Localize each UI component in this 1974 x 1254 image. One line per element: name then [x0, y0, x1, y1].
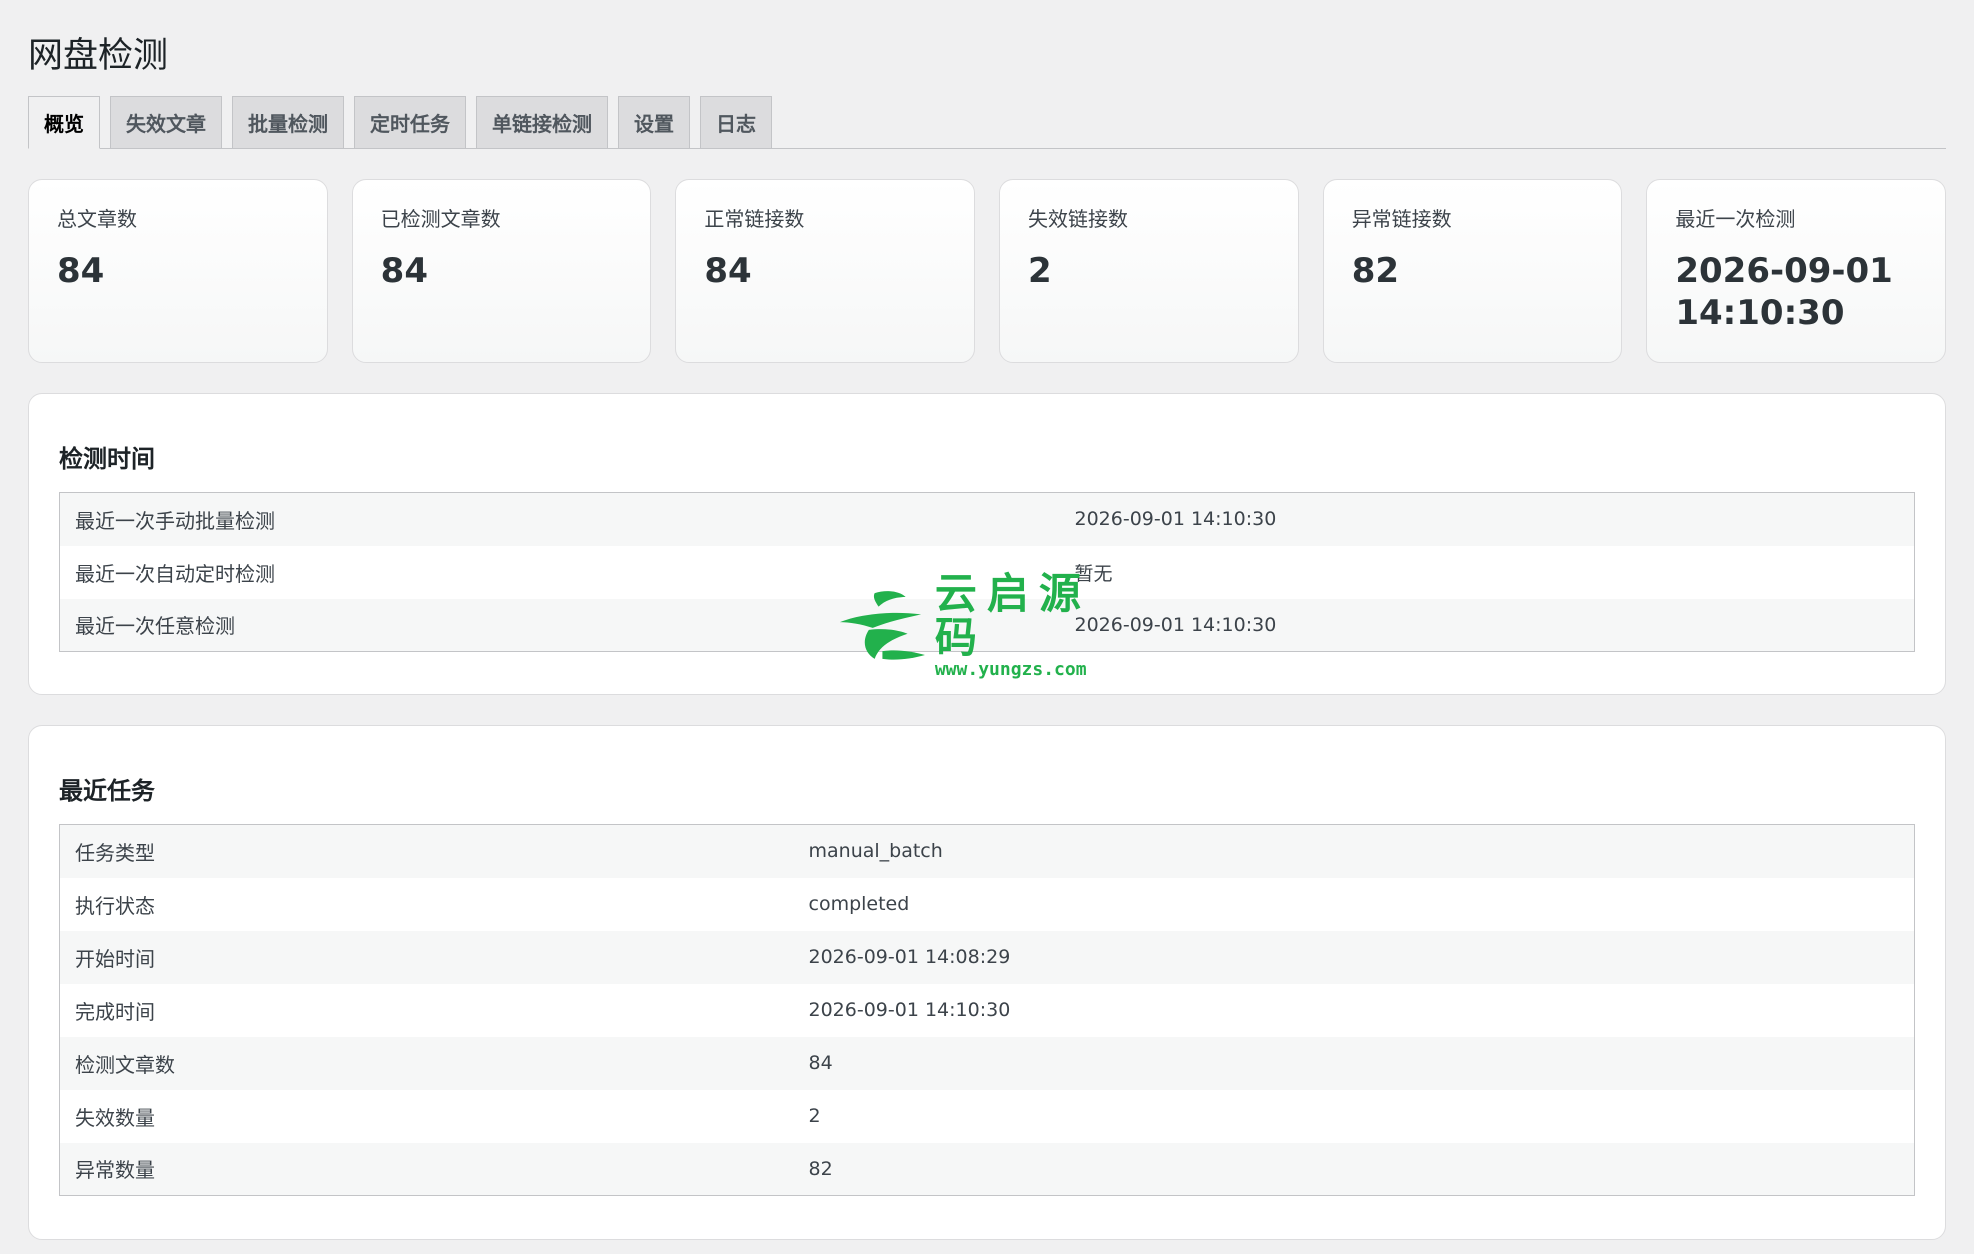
stat-label: 失效链接数 [1028, 207, 1129, 231]
recent-task-panel: 最近任务 任务类型 manual_batch 执行状态 completed 开始… [28, 725, 1946, 1240]
tab-logs[interactable]: 日志 [700, 96, 772, 148]
row-value: 2026-09-01 14:10:30 [793, 983, 1915, 1037]
stat-label: 正常链接数 [704, 207, 805, 231]
tab-overview[interactable]: 概览 [28, 96, 100, 149]
row-value: 2 [793, 1089, 1915, 1143]
page: 网盘检测 概览 失效文章 批量检测 定时任务 单链接检测 设置 日志 总文章数 … [0, 0, 1974, 1254]
tab-invalid-posts[interactable]: 失效文章 [110, 96, 222, 148]
row-value: 2026-09-01 14:10:30 [1059, 492, 1915, 546]
row-value: 84 [793, 1036, 1915, 1090]
row-value: 2026-09-01 14:08:29 [793, 930, 1915, 984]
row-key: 完成时间 [59, 983, 794, 1037]
table-row: 最近一次手动批量检测 2026-09-01 14:10:30 [59, 492, 1915, 546]
page-title: 网盘检测 [28, 36, 169, 76]
stat-card-last-check: 最近一次检测 2026-09-01 14:10:30 [1646, 179, 1947, 363]
stat-label: 总文章数 [57, 207, 137, 231]
stat-card-abnormal-links: 异常链接数 82 [1322, 179, 1623, 363]
row-value: manual_batch [793, 824, 1915, 878]
table-row: 异常数量 82 [59, 1142, 1915, 1196]
row-key: 最近一次任意检测 [59, 598, 1060, 652]
stat-card-normal-links: 正常链接数 84 [675, 179, 976, 363]
table-row: 失效数量 2 [59, 1089, 1915, 1143]
tab-single-link-check[interactable]: 单链接检测 [476, 96, 608, 148]
table-row: 完成时间 2026-09-01 14:10:30 [59, 983, 1915, 1037]
row-value: 82 [793, 1142, 1915, 1196]
section-title: 检测时间 [59, 445, 155, 473]
stat-value: 2 [1028, 251, 1052, 291]
stat-card-total-posts: 总文章数 84 [28, 179, 328, 363]
table-row: 最近一次任意检测 2026-09-01 14:10:30 [59, 598, 1915, 652]
stat-value: 84 [704, 251, 752, 291]
stat-value: 2026-09-01 14:10:30 [1675, 251, 1893, 333]
section-title: 最近任务 [59, 777, 155, 805]
recent-task-table: 任务类型 manual_batch 执行状态 completed 开始时间 20… [59, 824, 1915, 1196]
tab-settings[interactable]: 设置 [618, 96, 690, 148]
row-key: 最近一次自动定时检测 [59, 545, 1060, 599]
table-row: 最近一次自动定时检测 暂无 [59, 545, 1915, 599]
row-key: 开始时间 [59, 930, 794, 984]
table-row: 开始时间 2026-09-01 14:08:29 [59, 930, 1915, 984]
stat-value: 84 [380, 251, 428, 291]
row-key: 执行状态 [59, 877, 794, 931]
row-key: 异常数量 [59, 1142, 794, 1196]
row-value: completed [793, 877, 1915, 931]
stat-value: 82 [1351, 251, 1400, 291]
stat-label: 异常链接数 [1351, 207, 1452, 231]
tab-scheduled-tasks[interactable]: 定时任务 [354, 96, 466, 148]
row-key: 检测文章数 [59, 1036, 794, 1090]
stats-row: 总文章数 84 已检测文章数 84 正常链接数 84 失效链接数 2 异常链接数… [28, 179, 1947, 363]
table-row: 任务类型 manual_batch [59, 824, 1915, 878]
row-value: 暂无 [1059, 545, 1915, 599]
detect-time-panel: 检测时间 最近一次手动批量检测 2026-09-01 14:10:30 最近一次… [28, 393, 1946, 695]
row-value: 2026-09-01 14:10:30 [1059, 598, 1915, 652]
row-key: 最近一次手动批量检测 [59, 492, 1060, 546]
stat-card-invalid-links: 失效链接数 2 [999, 179, 1299, 363]
table-row: 检测文章数 84 [59, 1036, 1915, 1090]
table-row: 执行状态 completed [59, 877, 1915, 931]
tab-batch-check[interactable]: 批量检测 [232, 96, 344, 148]
stat-label: 最近一次检测 [1675, 207, 1796, 231]
stat-label: 已检测文章数 [380, 207, 501, 231]
stat-card-checked-posts: 已检测文章数 84 [351, 179, 652, 363]
row-key: 失效数量 [59, 1089, 794, 1143]
detect-time-table: 最近一次手动批量检测 2026-09-01 14:10:30 最近一次自动定时检… [59, 492, 1915, 652]
tab-bar: 概览 失效文章 批量检测 定时任务 单链接检测 设置 日志 [28, 96, 1946, 149]
row-key: 任务类型 [59, 824, 794, 878]
stat-value: 84 [57, 251, 105, 291]
